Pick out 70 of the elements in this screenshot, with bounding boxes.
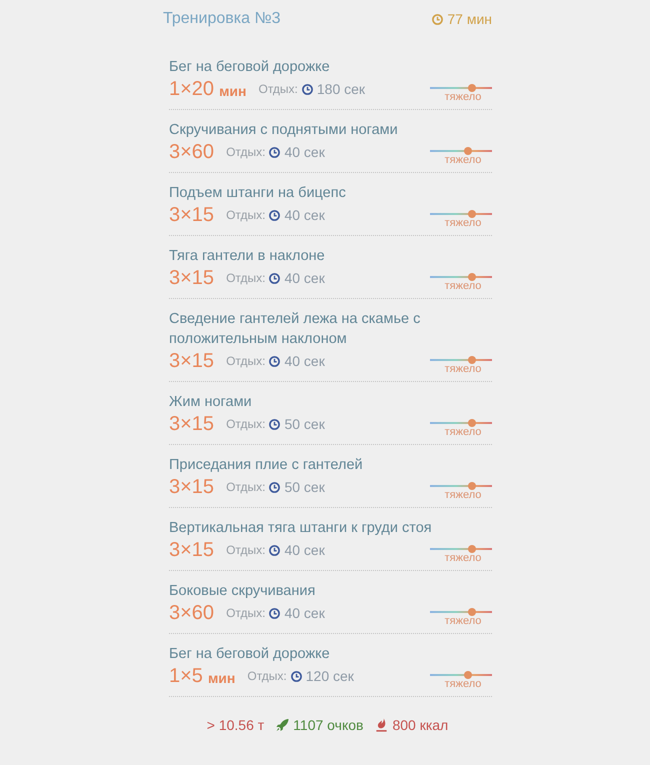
- clock-icon: [269, 146, 280, 158]
- clock-icon: [269, 356, 280, 366]
- clock-icon: [269, 544, 280, 556]
- clock-icon: [269, 608, 280, 618]
- rest-label: Отдых:: [226, 543, 266, 557]
- rest-time: 40 сек: [284, 207, 325, 223]
- sets-reps: 3×15: [169, 349, 214, 373]
- exercise-title: Сведение гантелей лежа на скамье с положительным наклоном: [169, 310, 422, 349]
- exercise-title: Жим ногами: [169, 393, 253, 412]
- sets-unit: мин: [219, 82, 246, 98]
- difficulty-label: тяжело: [444, 489, 482, 501]
- rocket-icon: [276, 718, 290, 732]
- difficulty-label: тяжело: [444, 280, 482, 292]
- sets-reps: 3×15: [169, 203, 214, 227]
- rest-label: Отдых:: [226, 145, 266, 159]
- weight-total: > 10.56 т: [206, 717, 264, 733]
- calories-count: 800 ккал: [392, 717, 448, 733]
- exercise-title: Подъем штанги на бицепс: [169, 184, 347, 203]
- points-count: 1107 очков: [293, 717, 364, 733]
- clock-icon: [269, 210, 280, 220]
- exercise-title: Приседания плие с гантелей: [169, 456, 364, 475]
- rest-time: 40 сек: [284, 542, 325, 558]
- rest-time: 180 сек: [316, 81, 366, 97]
- sets-reps: 3×15: [169, 412, 214, 436]
- rest-label: Отдых:: [226, 606, 266, 620]
- flame-icon: [375, 718, 388, 732]
- exercise-title: Бег на беговой дорожке: [169, 58, 331, 77]
- clock-icon: [269, 418, 280, 430]
- sets-reps: 3×15: [169, 475, 214, 499]
- difficulty-label: тяжело: [444, 91, 482, 103]
- sets-reps: 1×5: [169, 664, 203, 688]
- difficulty-label: тяжело: [444, 615, 482, 627]
- sets-reps: 3×60: [169, 140, 214, 164]
- sets-reps: 3×15: [169, 538, 214, 562]
- rest-time: 50 сек: [284, 416, 325, 432]
- clock-icon: [432, 14, 444, 24]
- rest-time: 40 сек: [284, 353, 325, 369]
- difficulty-label: тяжело: [444, 363, 482, 375]
- exercise-title: Скручивания с поднятыми ногами: [169, 121, 399, 140]
- rest-time: 40 сек: [284, 605, 325, 621]
- workout-duration: 77 мин: [447, 11, 492, 27]
- rest-time: 40 сек: [284, 144, 325, 160]
- rest-label: Отдых:: [226, 417, 266, 431]
- exercise-title: Боковые скручивания: [169, 582, 316, 601]
- exercise-title: Вертикальная тяга штанги к груди стоя: [169, 519, 433, 538]
- sets-reps: 3×15: [169, 266, 214, 290]
- rest-label: Отдых:: [258, 82, 298, 96]
- rest-label: Отдых:: [226, 480, 266, 494]
- workout-title: Тренировка №3: [163, 10, 280, 28]
- rest-label: Отдых:: [226, 271, 266, 285]
- sets-reps: 1×20: [169, 77, 214, 101]
- rest-time: 120 сек: [306, 668, 354, 684]
- rest-label: Отдых:: [226, 354, 266, 368]
- difficulty-label: тяжело: [444, 426, 482, 438]
- clock-icon: [290, 670, 302, 682]
- exercise-title: Тяга гантели в наклоне: [169, 247, 326, 266]
- rest-time: 50 сек: [284, 479, 325, 495]
- difficulty-label: тяжело: [444, 217, 482, 229]
- clock-icon: [269, 482, 280, 492]
- difficulty-label: тяжело: [444, 154, 482, 166]
- rest-time: 40 сек: [284, 270, 325, 286]
- rest-label: Отдых:: [247, 669, 287, 683]
- difficulty-label: тяжело: [444, 552, 482, 564]
- exercise-title: Бег на беговой дорожке: [169, 645, 331, 664]
- rest-label: Отдых:: [226, 208, 266, 222]
- difficulty-label: тяжело: [444, 678, 482, 690]
- clock-icon: [302, 84, 313, 94]
- sets-reps: 3×60: [169, 601, 214, 625]
- clock-icon: [269, 272, 280, 284]
- sets-unit: мин: [208, 670, 236, 686]
